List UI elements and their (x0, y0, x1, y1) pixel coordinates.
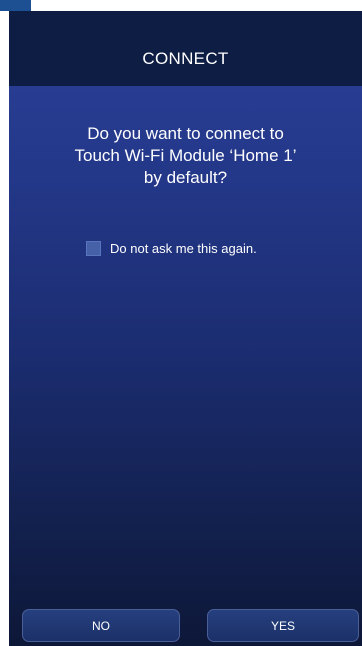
question-line-2: Touch Wi-Fi Module ‘Home 1’ (74, 146, 297, 165)
header-bar: CONNECT (9, 11, 362, 86)
connect-question: Do you want to connect to Touch Wi-Fi Mo… (9, 123, 362, 189)
do-not-ask-again-label: Do not ask me this again. (110, 241, 257, 256)
page-title: CONNECT (142, 48, 229, 68)
do-not-ask-again-option[interactable]: Do not ask me this again. (86, 241, 257, 256)
yes-button[interactable]: YES (207, 609, 359, 642)
corner-tab (0, 0, 31, 11)
no-button[interactable]: NO (22, 609, 180, 642)
question-line-3: by default? (143, 168, 228, 187)
connect-screen: CONNECT Do you want to connect to Touch … (9, 11, 362, 646)
question-line-1: Do you want to connect to (87, 124, 284, 143)
do-not-ask-again-checkbox[interactable] (86, 241, 101, 256)
